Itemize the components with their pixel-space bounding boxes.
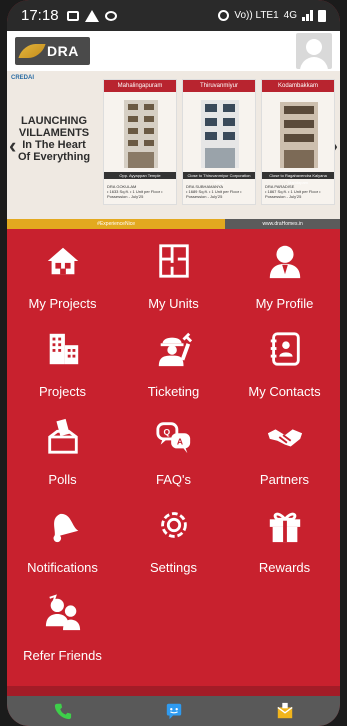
alert-icon bbox=[84, 9, 99, 22]
app-screen: 17:18 Vo)) LTE1 4G DRA CREDAI LAUNCHING … bbox=[7, 0, 340, 726]
network-type: 4G bbox=[283, 10, 297, 21]
bottom-divider bbox=[7, 686, 340, 696]
menu-item-label: My Units bbox=[148, 296, 199, 311]
banner-card: Thiruvanmiyur Close to Thiruvanmiyur Cor… bbox=[182, 79, 256, 205]
card-brand: DRA PARADISE • 1867 Sq.ft. • 1 Unit per … bbox=[265, 184, 333, 202]
phone-icon[interactable] bbox=[54, 702, 72, 720]
gear-icon bbox=[160, 512, 187, 538]
dra-logo[interactable]: DRA bbox=[15, 37, 90, 65]
menu-item-label: Rewards bbox=[258, 560, 311, 575]
logo-text: DRA bbox=[47, 43, 79, 59]
signal-icon bbox=[302, 10, 313, 21]
promo-banner[interactable]: CREDAI LAUNCHING VILLAMENTS In The Heart… bbox=[7, 71, 340, 229]
logo-swoosh-icon bbox=[18, 44, 46, 58]
card-location: Thiruvanmiyur bbox=[183, 80, 255, 92]
banner-card: Mahalingapuram Opp. Ayyappan Temple DRA … bbox=[103, 79, 177, 205]
refer-friends-icon bbox=[45, 594, 80, 631]
banner-prev-icon[interactable]: ‹ bbox=[9, 133, 16, 159]
bell-icon bbox=[53, 513, 78, 543]
app-header: DRA bbox=[7, 31, 340, 71]
banner-hashtag: #ExperienceNice bbox=[7, 219, 226, 229]
profile-icon bbox=[269, 245, 300, 279]
headline-line-1: LAUNCHING bbox=[21, 115, 87, 127]
user-avatar-icon[interactable] bbox=[296, 33, 332, 69]
menu-item-label: Polls bbox=[48, 472, 77, 487]
status-left-icons bbox=[66, 9, 117, 22]
chat-icon[interactable] bbox=[165, 702, 183, 720]
bottom-nav bbox=[7, 696, 340, 726]
battery-icon bbox=[318, 9, 326, 22]
svg-text:A: A bbox=[176, 437, 182, 447]
alarm-icon bbox=[104, 10, 117, 21]
banner-card: Kodambakkam Close to Ragahavendra Kalyan… bbox=[261, 79, 335, 205]
card-details: • 1689 Sq.ft. • 1 Unit per Floor • Posse… bbox=[186, 189, 242, 199]
menu-item-my-units[interactable]: My Units bbox=[118, 232, 229, 320]
menu-item-notifications[interactable]: Notifications bbox=[7, 496, 118, 584]
svg-text:Q: Q bbox=[163, 427, 170, 437]
menu-item-rewards[interactable]: Rewards bbox=[229, 496, 340, 584]
menu-item-ticketing[interactable]: Ticketing bbox=[118, 320, 229, 408]
mail-icon[interactable] bbox=[276, 702, 294, 720]
menu-item-label: Ticketing bbox=[147, 384, 200, 399]
menu-item-label: My Profile bbox=[255, 296, 314, 311]
card-details: • 1633 Sq.ft. • 1 Unit per Floor • Posse… bbox=[107, 189, 163, 199]
banner-footer-strip: #ExperienceNice www.draHomes.in bbox=[7, 219, 340, 229]
house-icon bbox=[47, 247, 78, 275]
card-location: Kodambakkam bbox=[262, 80, 334, 92]
status-right-icons: Vo)) LTE1 4G bbox=[218, 9, 326, 22]
building-image bbox=[124, 100, 158, 168]
menu-item-refer-friends[interactable]: Refer Friends bbox=[7, 584, 118, 672]
menu-item-faqs[interactable]: Q A FAQ's bbox=[118, 408, 229, 496]
buildings-icon bbox=[49, 333, 78, 365]
menu-item-my-profile[interactable]: My Profile bbox=[229, 232, 340, 320]
menu-item-label: FAQ's bbox=[156, 472, 191, 487]
card-brand: DRA SUBHAMANYA • 1689 Sq.ft. • 1 Unit pe… bbox=[186, 184, 254, 202]
contacts-book-icon bbox=[270, 332, 300, 366]
clock-icon bbox=[218, 10, 230, 21]
card-location: Mahalingapuram bbox=[104, 80, 176, 92]
menu-item-label: Notifications bbox=[27, 560, 98, 575]
banner-brand: CREDAI bbox=[11, 75, 35, 81]
menu-item-label: Partners bbox=[259, 472, 310, 487]
network-label: Vo)) LTE1 bbox=[234, 10, 279, 21]
menu-item-polls[interactable]: Polls bbox=[7, 408, 118, 496]
handshake-icon bbox=[267, 429, 302, 447]
card-details: • 1867 Sq.ft. • 1 Unit per Floor • Posse… bbox=[265, 189, 321, 199]
worker-icon bbox=[158, 332, 192, 367]
menu-item-my-projects[interactable]: My Projects bbox=[7, 232, 118, 320]
menu-item-my-contacts[interactable]: My Contacts bbox=[229, 320, 340, 408]
menu-item-label: My Contacts bbox=[248, 384, 321, 399]
card-brand: DRA GOKULAM • 1633 Sq.ft. • 1 Unit per F… bbox=[107, 184, 175, 202]
headline-line-2: VILLAMENTS bbox=[18, 127, 90, 139]
menu-item-label: Refer Friends bbox=[23, 648, 102, 663]
gift-icon bbox=[269, 512, 300, 543]
menu-item-label: My Projects bbox=[28, 296, 97, 311]
menu-item-partners[interactable]: Partners bbox=[229, 408, 340, 496]
menu-item-settings[interactable]: Settings bbox=[118, 496, 229, 584]
floorplan-icon bbox=[158, 244, 189, 278]
banner-website: www.draHomes.in bbox=[225, 219, 340, 229]
ballot-box-icon bbox=[47, 418, 78, 454]
menu-item-label: Projects bbox=[39, 384, 86, 399]
menu-item-label: Settings bbox=[150, 560, 197, 575]
status-bar: 17:18 Vo)) LTE1 4G bbox=[7, 0, 340, 31]
building-image bbox=[201, 100, 239, 168]
card-caption: Close to Ragahavendra Kalyana Mandapam bbox=[262, 172, 334, 185]
card-caption: Close to Thiruvanmiyur Corporation Offic… bbox=[183, 172, 255, 185]
building-image bbox=[280, 102, 318, 168]
status-time: 17:18 bbox=[21, 7, 59, 24]
banner-headline: LAUNCHING VILLAMENTS In The Heart Of Eve… bbox=[11, 115, 97, 163]
notification-icon bbox=[66, 10, 79, 21]
qa-bubbles-icon: Q A bbox=[155, 422, 190, 454]
headline-line-4: Of Everything bbox=[17, 151, 91, 163]
headline-line-3: In The Heart bbox=[22, 139, 86, 151]
card-caption: Opp. Ayyappan Temple bbox=[104, 172, 176, 179]
menu-item-projects[interactable]: Projects bbox=[7, 320, 118, 408]
